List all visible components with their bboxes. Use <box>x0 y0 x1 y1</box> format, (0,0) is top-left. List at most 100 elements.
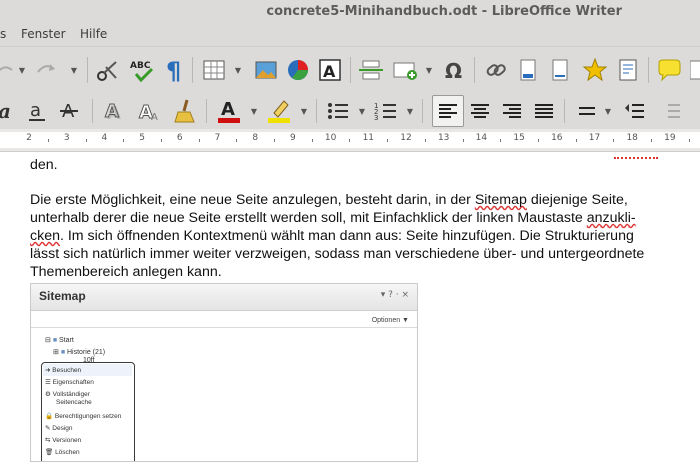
ruler-number: 13 <box>437 133 450 143</box>
context-item-berechtigungen: 🔒 Berechtigungen setzen <box>45 413 122 420</box>
standard-toolbar: ▼ ▼ ABC ¶ ▼ A ▼ Ω <box>0 47 700 92</box>
line-spacing-button[interactable] <box>572 97 600 125</box>
redo-icon <box>37 64 55 73</box>
font-color-button[interactable]: A <box>214 97 244 125</box>
insert-footnote-button[interactable] <box>514 56 542 84</box>
bullet-list-button[interactable] <box>324 97 352 125</box>
justify-button[interactable] <box>530 97 558 125</box>
numbered-list-button[interactable]: 123 <box>372 97 400 125</box>
horizontal-ruler[interactable]: 2 3 4 5 6 7 8 9 10 11 12 13 14 15 16 17 18 19 <box>0 129 700 152</box>
bullet-list-icon <box>328 103 348 119</box>
embedded-sitemap-image[interactable]: Sitemap ▾ ? · × Optionen ▼ ⊟ ■ Start ⊞ ■… <box>30 283 418 462</box>
paragraph-line-3: cken. Im sich öffnenden Kontextmenü wähl… <box>30 228 634 244</box>
line-spacing-dropdown[interactable]: ▼ <box>604 107 612 116</box>
ruler-number: 7 <box>214 133 221 143</box>
broom-icon <box>174 99 195 123</box>
svg-text:3: 3 <box>374 114 378 122</box>
ruler-tick <box>85 139 87 142</box>
outline-button[interactable]: AA <box>134 97 162 125</box>
ruler-tick <box>236 139 238 142</box>
special-character-button[interactable]: Ω <box>440 56 468 84</box>
insert-field-button[interactable] <box>390 56 420 84</box>
insert-pagebreak-button[interactable] <box>356 56 386 84</box>
context-item-seitencache: Seitencache <box>56 399 92 406</box>
svg-text:¶: ¶ <box>166 57 181 83</box>
menu-item-fenster[interactable]: Fenster <box>21 27 66 41</box>
ruler-number: 14 <box>475 133 488 143</box>
svg-text:a: a <box>0 99 11 123</box>
italic-button[interactable]: a <box>0 97 18 125</box>
insert-textbox-button[interactable]: A <box>316 56 344 84</box>
star-icon <box>582 57 608 82</box>
insert-image-button[interactable] <box>252 56 280 84</box>
sitemap-panel-header: Sitemap ▾ ? · × <box>31 284 417 311</box>
chart-pie-icon <box>288 60 308 80</box>
formatting-marks-button[interactable]: ¶ <box>162 56 188 84</box>
redo-dropdown[interactable]: ▼ <box>70 66 78 75</box>
svg-text:A: A <box>151 112 158 123</box>
context-item-eigenschaften: ☰ Eigenschaften <box>45 379 94 386</box>
menu-item-partial[interactable]: s <box>0 27 6 41</box>
comment-icon <box>658 59 681 82</box>
image-icon <box>255 61 277 79</box>
spelling-button[interactable]: ABC <box>128 56 156 84</box>
misspelled-word: cken <box>30 228 60 244</box>
highlighting-button[interactable] <box>264 97 294 125</box>
omega-icon: Ω <box>445 59 462 82</box>
ruler-tick <box>462 139 464 142</box>
svg-text:A: A <box>105 101 119 122</box>
ruler-tick <box>613 139 615 142</box>
context-item-loeschen: 🗑 Löschen <box>45 449 80 456</box>
outline-text-icon: AA <box>139 102 159 124</box>
strikethrough-icon: A <box>60 101 78 122</box>
paragraph-line-5: Themenbereich anlegen kann. <box>30 264 222 280</box>
undo-dropdown[interactable]: ▼ <box>18 66 26 75</box>
window-title: concrete5-Minihandbuch.odt - LibreOffice… <box>266 4 622 19</box>
insert-comment-button[interactable] <box>654 56 684 84</box>
field-dropdown[interactable]: ▼ <box>425 66 433 75</box>
context-item-besuchen: ➜ Besuchen <box>45 367 82 374</box>
clone-formatting-button[interactable] <box>94 56 122 84</box>
track-changes-button[interactable] <box>690 56 700 84</box>
insert-table-button[interactable] <box>200 56 228 84</box>
ruler-number: 17 <box>588 133 601 143</box>
menu-item-hilfe[interactable]: Hilfe <box>80 27 107 41</box>
undo-icon <box>0 66 13 72</box>
text-line-continuation: den. <box>30 157 58 173</box>
align-center-button[interactable] <box>466 97 494 125</box>
track-changes-icon <box>690 60 700 80</box>
scissors-brush-icon <box>97 61 117 81</box>
numbered-list-dropdown[interactable]: ▼ <box>406 107 414 116</box>
paragraph-line-1: Die erste Möglichkeit, eine neue Seite a… <box>30 192 628 208</box>
crossref-icon <box>619 59 637 81</box>
clear-formatting-button[interactable] <box>170 97 200 125</box>
sitemap-title: Sitemap <box>39 289 86 303</box>
table-dropdown[interactable]: ▼ <box>234 66 242 75</box>
insert-hyperlink-button[interactable] <box>482 56 510 84</box>
ruler-tick <box>198 139 200 142</box>
document-page[interactable]: den. Die erste Möglichkeit, eine neue Se… <box>0 152 700 462</box>
redo-button[interactable] <box>34 56 58 84</box>
insert-endnote-button[interactable] <box>546 56 574 84</box>
ruler-tick <box>349 139 351 142</box>
undo-button[interactable] <box>0 56 14 84</box>
shadow-button[interactable]: AA <box>100 97 128 125</box>
align-right-button[interactable] <box>498 97 526 125</box>
tree-node-start: ⊟ ■ Start <box>45 337 74 344</box>
bullet-list-dropdown[interactable]: ▼ <box>358 107 366 116</box>
table-icon <box>203 60 225 80</box>
highlighting-dropdown[interactable]: ▼ <box>300 107 308 116</box>
underline-button[interactable]: a <box>24 97 50 125</box>
increase-paragraph-spacing-button[interactable] <box>620 97 648 125</box>
decrease-paragraph-spacing-button[interactable] <box>656 97 684 125</box>
insert-bookmark-button[interactable] <box>580 56 610 84</box>
ruler-tick <box>160 139 162 142</box>
strikethrough-button[interactable]: A <box>56 97 82 125</box>
ruler-tick <box>424 139 426 142</box>
ruler-number: 16 <box>551 133 563 143</box>
menu-bar: s Fenster Hilfe <box>0 24 700 47</box>
insert-chart-button[interactable] <box>284 56 312 84</box>
insert-crossref-button[interactable] <box>614 56 642 84</box>
align-left-button[interactable] <box>432 95 464 127</box>
font-color-dropdown[interactable]: ▼ <box>250 107 258 116</box>
